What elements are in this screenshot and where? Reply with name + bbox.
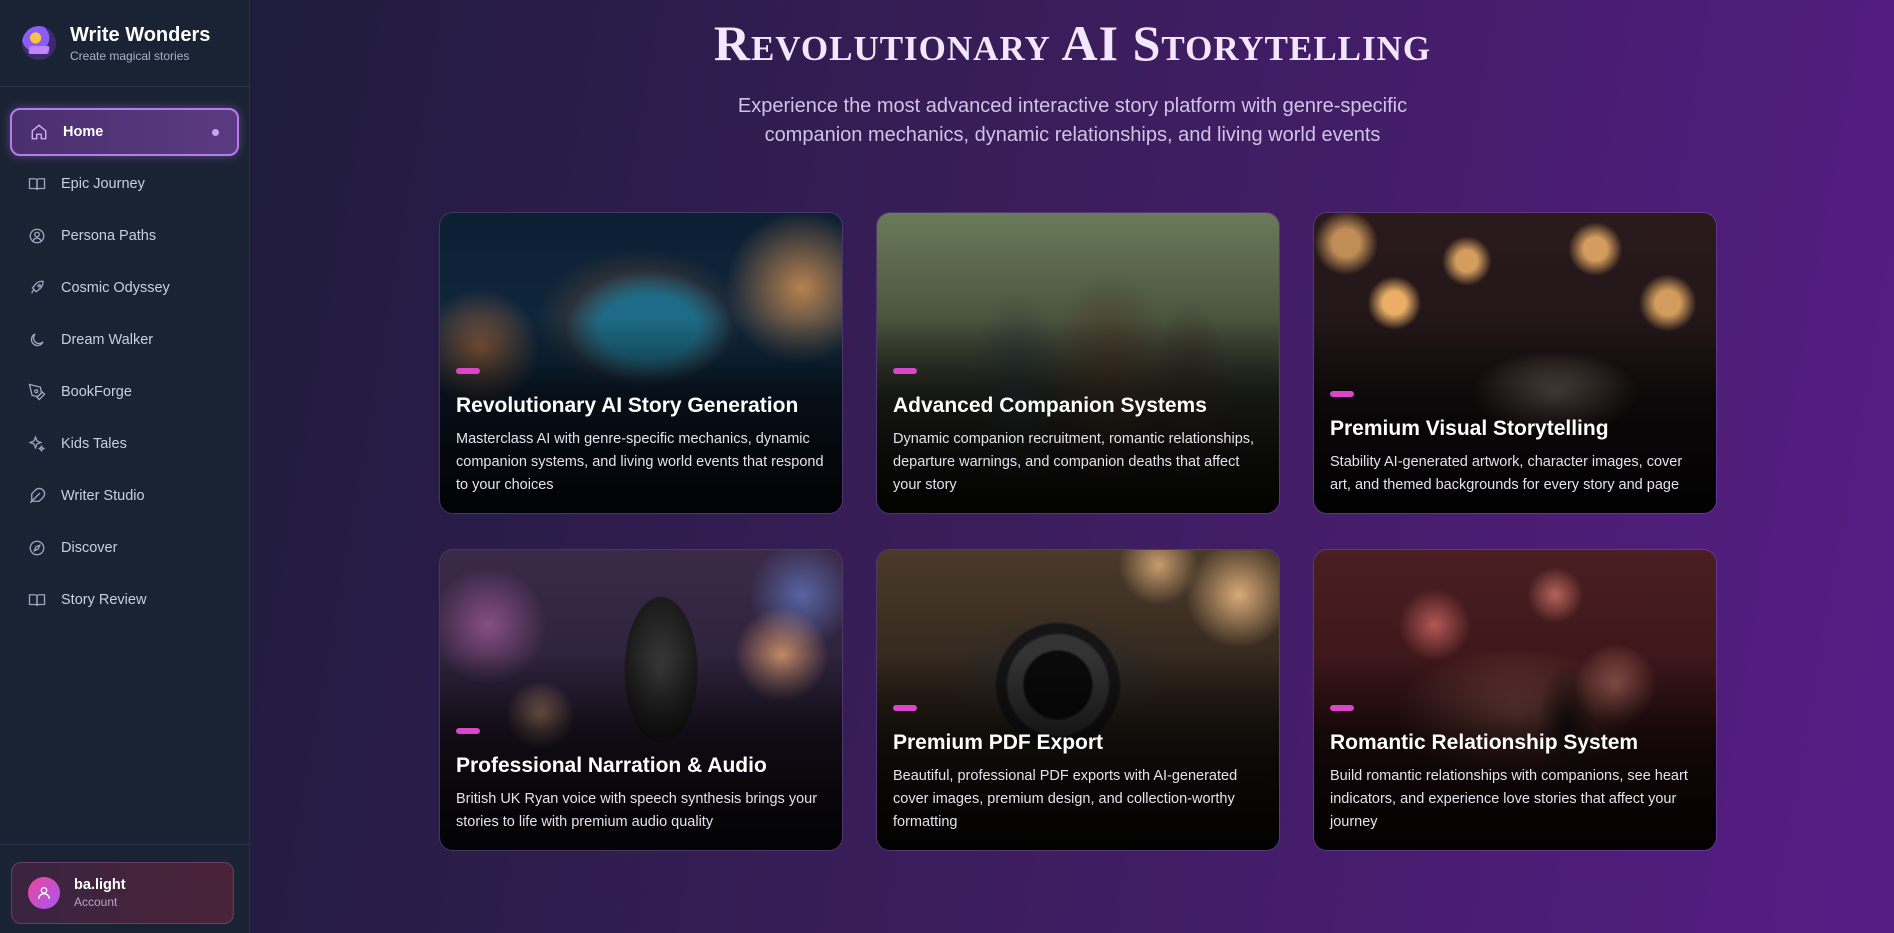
feature-card-description: Stability AI-generated artwork, characte…	[1330, 454, 1683, 493]
home-icon	[29, 122, 49, 142]
feature-card-description: British UK Ryan voice with speech synthe…	[456, 791, 818, 830]
subtitle-line-2: companion mechanics, dynamic relationshi…	[764, 124, 1381, 146]
accent-bar	[893, 368, 917, 374]
wizard-logo-icon	[22, 26, 56, 60]
feature-card-title: Premium PDF Export	[893, 731, 1104, 754]
sidebar-item-persona-paths[interactable]: Persona Paths	[10, 212, 239, 260]
sidebar-item-bookforge[interactable]: BookForge	[10, 368, 239, 416]
feather-icon	[27, 486, 47, 506]
feature-card-title: Revolutionary AI Story Generation	[456, 394, 799, 417]
sidebar-item-home[interactable]: Home	[10, 108, 239, 156]
user-icon	[38, 887, 50, 900]
feature-card-narration[interactable]: Professional Narration & Audio British U…	[439, 549, 843, 851]
sidebar-item-kids-tales[interactable]: Kids Tales	[10, 420, 239, 468]
sidebar-item-label: BookForge	[61, 384, 132, 400]
feature-card-description: Masterclass AI with genre-specific mecha…	[456, 431, 824, 493]
feature-card-visual[interactable]: Premium Visual Storytelling Stability AI…	[1313, 212, 1717, 514]
feature-card-pdf-export[interactable]: Premium PDF Export Beautiful, profession…	[876, 549, 1280, 851]
feature-card-title: Romantic Relationship System	[1330, 731, 1639, 754]
sidebar-item-label: Home	[63, 124, 104, 140]
active-indicator	[212, 128, 219, 136]
sidebar-item-label: Persona Paths	[61, 228, 157, 244]
sidebar-item-label: Epic Journey	[61, 176, 145, 192]
feature-card-title: Premium Visual Storytelling	[1330, 417, 1609, 440]
accent-bar	[1330, 391, 1354, 397]
divider	[0, 844, 250, 845]
sidebar-item-label: Writer Studio	[61, 488, 145, 504]
feature-card-romance[interactable]: Romantic Relationship System Build roman…	[1313, 549, 1717, 851]
sparkles-icon	[27, 434, 47, 454]
sidebar-item-label: Discover	[61, 540, 118, 556]
moon-icon	[27, 330, 47, 350]
compass-icon	[27, 538, 47, 558]
sidebar-nav: Home Epic Journey Persona Paths Cosmic O…	[0, 87, 249, 624]
sidebar: Write Wonders Create magical stories Hom…	[0, 0, 250, 933]
main-content: Revolutionary AI Storytelling Experience…	[251, 0, 1894, 933]
page-subtitle: Experience the most advanced interactive…	[251, 92, 1894, 150]
account-button[interactable]: ba.light Account	[11, 862, 234, 924]
sidebar-item-cosmic-odyssey[interactable]: Cosmic Odyssey	[10, 264, 239, 312]
book-open-icon	[27, 590, 47, 610]
feature-card-ai-story[interactable]: Revolutionary AI Story Generation Master…	[439, 212, 843, 514]
sidebar-item-dream-walker[interactable]: Dream Walker	[10, 316, 239, 364]
pen-tool-icon	[27, 382, 47, 402]
brand-title: Write Wonders	[70, 24, 211, 46]
feature-card-description: Build romantic relationships with compan…	[1330, 768, 1688, 830]
rocket-icon	[27, 278, 47, 298]
accent-bar	[1330, 705, 1354, 711]
brand-subtitle: Create magical stories	[70, 49, 190, 63]
user-circle-icon	[27, 226, 47, 246]
account-name: ba.light	[74, 877, 126, 893]
sidebar-item-epic-journey[interactable]: Epic Journey	[10, 160, 239, 208]
sidebar-item-label: Dream Walker	[61, 332, 154, 348]
feature-card-title: Professional Narration & Audio	[456, 754, 767, 777]
feature-card-description: Beautiful, professional PDF exports with…	[893, 768, 1238, 830]
accent-bar	[893, 705, 917, 711]
book-open-icon	[27, 174, 47, 194]
feature-card-description: Dynamic companion recruitment, romantic …	[893, 431, 1255, 493]
avatar	[28, 877, 60, 909]
accent-bar	[456, 728, 480, 734]
sidebar-item-discover[interactable]: Discover	[10, 524, 239, 572]
subtitle-line-1: Experience the most advanced interactive…	[737, 95, 1408, 117]
sidebar-item-label: Kids Tales	[61, 436, 127, 452]
accent-bar	[456, 368, 480, 374]
account-label: Account	[74, 895, 118, 909]
sidebar-item-label: Story Review	[61, 592, 147, 608]
sidebar-item-story-review[interactable]: Story Review	[10, 576, 239, 624]
feature-card-title: Advanced Companion Systems	[893, 394, 1207, 417]
feature-card-companions[interactable]: Advanced Companion Systems Dynamic compa…	[876, 212, 1280, 514]
page-title: Revolutionary AI Storytelling	[713, 15, 1432, 71]
sidebar-item-writer-studio[interactable]: Writer Studio	[10, 472, 239, 520]
brand[interactable]: Write Wonders Create magical stories	[0, 0, 249, 87]
sidebar-item-label: Cosmic Odyssey	[61, 280, 170, 296]
